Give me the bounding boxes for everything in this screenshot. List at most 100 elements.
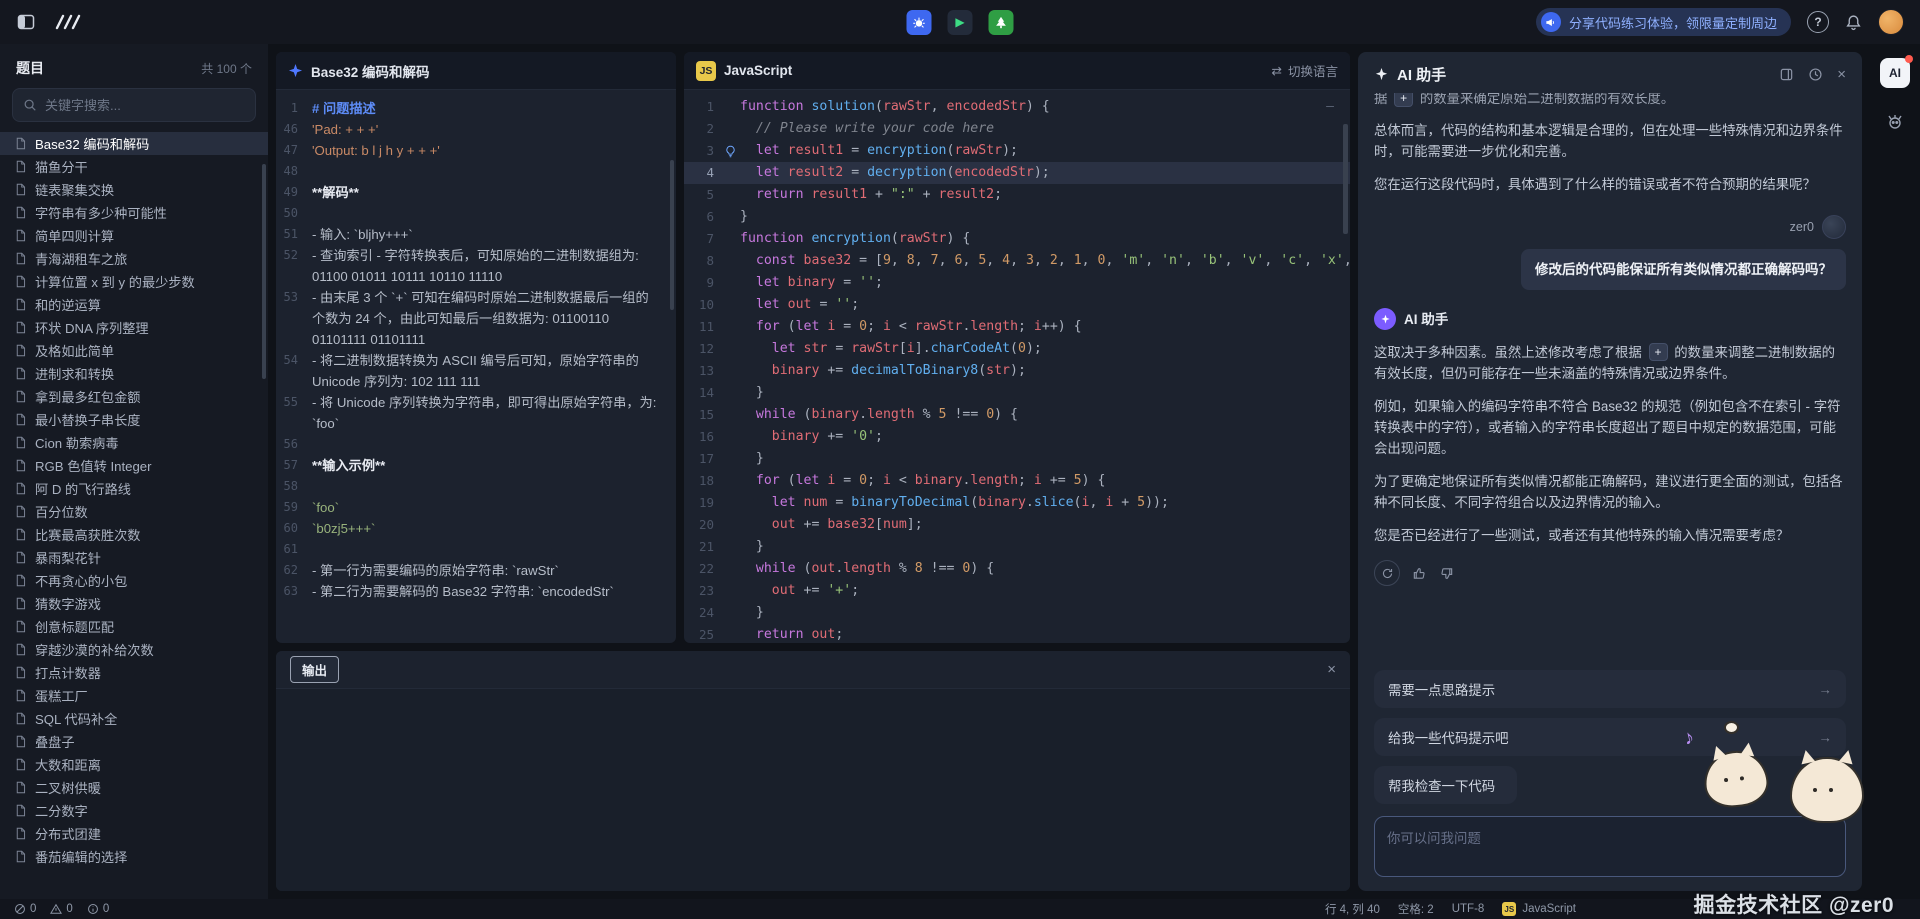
- sidebar-item[interactable]: 和的逆运算: [0, 293, 268, 316]
- sidebar-item[interactable]: 及格如此简单: [0, 339, 268, 362]
- sidebar-item[interactable]: 叠盘子: [0, 730, 268, 753]
- switch-language-button[interactable]: ⇄ 切换语言: [1272, 61, 1339, 80]
- sidebar-item-label: Cion 勒索病毒: [35, 433, 119, 452]
- code-editor[interactable]: 1function solution(rawStr, encodedStr) {…: [684, 90, 1350, 643]
- ai-assistant-panel: AI 助手 × 据 + 的数量来确定原始二进制数据的有效长度。 总体而言，代码的…: [1358, 52, 1862, 891]
- sidebar-item[interactable]: 蛋糕工厂: [0, 684, 268, 707]
- search-box[interactable]: [12, 88, 256, 122]
- problem-tab[interactable]: Base32 编码和解码: [288, 61, 430, 81]
- output-tab[interactable]: 输出: [290, 656, 339, 683]
- sidebar-item[interactable]: 创意标题匹配: [0, 615, 268, 638]
- line-number: 22: [684, 558, 720, 580]
- sidebar-item[interactable]: 分布式团建: [0, 822, 268, 845]
- sidebar-item[interactable]: 最小替换子串长度: [0, 408, 268, 431]
- ai-input-box[interactable]: [1374, 816, 1846, 877]
- sidebar-item[interactable]: 比赛最高获胜次数: [0, 523, 268, 546]
- sidebar-item-label: 计算位置 x 到 y 的最少步数: [35, 272, 195, 291]
- history-icon[interactable]: [1808, 67, 1823, 82]
- sidebar-item[interactable]: 阿 D 的飞行路线: [0, 477, 268, 500]
- statusbar-right: 行 4, 列 40 空格: 2 UTF-8 JS JavaScript: [1325, 901, 1576, 917]
- ai-reply-messages: 这取决于多种因素。虽然上述修改考虑了根据 + 的数量来调整二进制数据的有效长度，…: [1374, 342, 1846, 546]
- share-banner[interactable]: 分享代码练习体验，领限量定制周边: [1536, 8, 1791, 36]
- indentation-indicator[interactable]: 空格: 2: [1398, 901, 1434, 917]
- sidebar-item[interactable]: 穿越沙漠的补给次数: [0, 638, 268, 661]
- sidebar-item-label: 进制求和转换: [35, 364, 114, 383]
- sidebar-item[interactable]: 简单四则计算: [0, 224, 268, 247]
- sidebar-item[interactable]: 计算位置 x 到 y 的最少步数: [0, 270, 268, 293]
- help-button[interactable]: ?: [1807, 11, 1829, 33]
- output-close-icon[interactable]: ×: [1327, 662, 1336, 677]
- sidebar-item[interactable]: 猜数字游戏: [0, 592, 268, 615]
- status-errors[interactable]: 0: [14, 903, 36, 915]
- ai-input[interactable]: [1375, 817, 1845, 873]
- problem-tab-icon: [288, 63, 303, 78]
- sidebar-header: 题目 共 100 个: [0, 44, 268, 88]
- suggestion-pill[interactable]: 给我一些代码提示吧→: [1374, 718, 1846, 756]
- inline-code-chip: +: [1394, 93, 1413, 107]
- sidebar-item[interactable]: 暴雨梨花针: [0, 546, 268, 569]
- language-tab[interactable]: JS JavaScript: [696, 61, 792, 81]
- app-root: ▶ 分享代码练习体验，领限量定制周边 ? 题目: [0, 0, 1920, 919]
- sidebar-scrollbar[interactable]: [262, 164, 266, 379]
- sidebar-item-label: 阿 D 的飞行路线: [35, 479, 131, 498]
- sidebar-item[interactable]: 字符串有多少种可能性: [0, 201, 268, 224]
- sidebar-item[interactable]: SQL 代码补全: [0, 707, 268, 730]
- sidebar-item[interactable]: 青海湖租车之旅: [0, 247, 268, 270]
- sidebar-toggle-icon[interactable]: [16, 12, 36, 32]
- sidebar-item[interactable]: Base32 编码和解码: [0, 132, 268, 155]
- sidebar-item[interactable]: 环状 DNA 序列整理: [0, 316, 268, 339]
- lightbulb-icon[interactable]: [724, 145, 737, 158]
- ai-close-icon[interactable]: ×: [1837, 67, 1846, 82]
- thumbs-down-icon[interactable]: [1439, 566, 1454, 581]
- code-line: 13 binary += decimalToBinary8(str);: [684, 360, 1350, 382]
- language-indicator[interactable]: JS JavaScript: [1502, 902, 1576, 916]
- suggestion-pill[interactable]: 需要一点思路提示→: [1374, 670, 1846, 708]
- document-icon: [14, 482, 27, 495]
- problem-scrollbar[interactable]: [670, 160, 674, 310]
- mascot-icon[interactable]: [1885, 112, 1905, 132]
- user-avatar[interactable]: [1878, 9, 1904, 35]
- sidebar-item-label: RGB 色值转 Integer: [35, 456, 152, 475]
- code-lines: 1function solution(rawStr, encodedStr) {…: [684, 96, 1350, 643]
- debug-button[interactable]: [907, 10, 932, 35]
- app-logo[interactable]: [52, 12, 86, 32]
- warning-count: 0: [66, 903, 72, 915]
- sidebar-item[interactable]: 链表聚集交换: [0, 178, 268, 201]
- line-number: 14: [684, 382, 720, 404]
- search-input[interactable]: [45, 98, 245, 113]
- sidebar-item-label: 猫鱼分干: [35, 157, 88, 176]
- sidebar-item[interactable]: 大数和距离: [0, 753, 268, 776]
- suggestion-pill[interactable]: 帮我检查一下代码: [1374, 766, 1517, 804]
- sidebar-item[interactable]: 二分数字: [0, 799, 268, 822]
- problem-line: 50: [276, 203, 676, 224]
- run-button[interactable]: ▶: [948, 10, 973, 35]
- thumbs-up-icon[interactable]: [1412, 566, 1427, 581]
- sidebar-item[interactable]: Cion 勒索病毒: [0, 431, 268, 454]
- regenerate-icon[interactable]: [1374, 560, 1400, 586]
- sidebar-item[interactable]: 打点计数器: [0, 661, 268, 684]
- problem-line: 48: [276, 161, 676, 182]
- code-line: 24 }: [684, 602, 1350, 624]
- ai-assistant-launcher-icon[interactable]: AI: [1880, 58, 1910, 88]
- sidebar-item[interactable]: 拿到最多红包金额: [0, 385, 268, 408]
- encoding-indicator[interactable]: UTF-8: [1452, 903, 1485, 915]
- center-column: Base32 编码和解码 1# 问题描述46'Pad: + + +'47'Out…: [268, 44, 1358, 899]
- sidebar-item[interactable]: 百分位数: [0, 500, 268, 523]
- editor-scrollbar[interactable]: [1343, 124, 1348, 234]
- sidebar-item[interactable]: 不再贪心的小包: [0, 569, 268, 592]
- sidebar-item[interactable]: 二叉树供暖: [0, 776, 268, 799]
- sidebar-item[interactable]: 番茄编辑的选择: [0, 845, 268, 868]
- open-in-panel-icon[interactable]: [1779, 67, 1794, 82]
- notifications-bell-icon[interactable]: [1845, 14, 1862, 31]
- panels-row: Base32 编码和解码 1# 问题描述46'Pad: + + +'47'Out…: [276, 52, 1350, 643]
- fold-dash-icon[interactable]: —: [1326, 96, 1334, 118]
- submit-button[interactable]: [989, 10, 1014, 35]
- ai-paragraph: 您在运行这段代码时，具体遇到了什么样的错误或者不符合预期的结果呢？: [1374, 174, 1846, 195]
- sidebar-item[interactable]: 猫鱼分干: [0, 155, 268, 178]
- status-infos[interactable]: 0: [87, 903, 109, 915]
- cursor-position[interactable]: 行 4, 列 40: [1325, 901, 1380, 917]
- sidebar-item-label: 最小替换子串长度: [35, 410, 141, 429]
- status-warnings[interactable]: 0: [50, 903, 72, 915]
- sidebar-item[interactable]: 进制求和转换: [0, 362, 268, 385]
- sidebar-item[interactable]: RGB 色值转 Integer: [0, 454, 268, 477]
